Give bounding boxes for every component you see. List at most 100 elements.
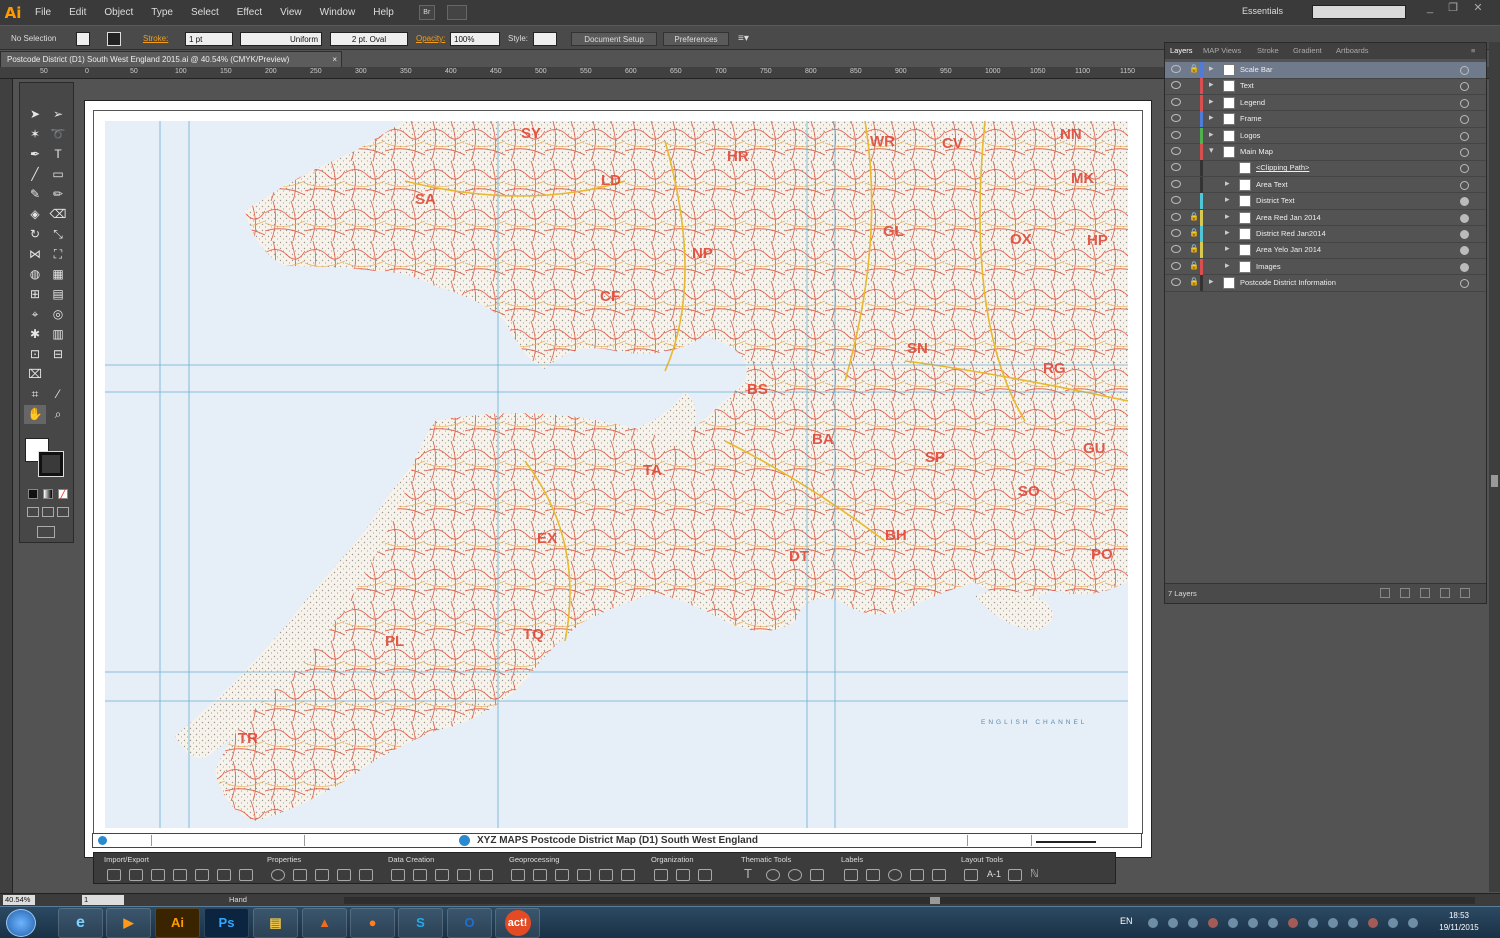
thematic-slash-icon[interactable] bbox=[810, 869, 824, 881]
crop-tool-icon[interactable]: ⌗ bbox=[24, 385, 46, 404]
layer-row[interactable]: ▸ Frame bbox=[1165, 111, 1486, 128]
tray-icon-10[interactable] bbox=[1328, 918, 1338, 928]
visibility-eye-icon[interactable] bbox=[1171, 97, 1181, 106]
act-taskbar-icon[interactable]: act! bbox=[495, 908, 540, 938]
tab-artboards[interactable]: Artboards bbox=[1336, 46, 1369, 55]
horizontal-scrollbar[interactable] bbox=[344, 897, 1475, 904]
eraser-tool-icon[interactable]: ⌫ bbox=[47, 205, 69, 224]
draw-behind-icon[interactable] bbox=[42, 507, 54, 517]
expand-arrow-icon[interactable]: ▸ bbox=[1209, 112, 1214, 123]
draw-inside-icon[interactable] bbox=[57, 507, 69, 517]
restore-icon[interactable]: ❐ bbox=[1443, 2, 1463, 15]
unlock-icon[interactable] bbox=[1189, 146, 1197, 156]
stroke-swatch[interactable] bbox=[107, 32, 121, 46]
network-icon[interactable] bbox=[1408, 918, 1418, 928]
clock[interactable]: 18:53 19/11/2015 bbox=[1432, 910, 1486, 934]
expand-arrow-icon[interactable]: ▸ bbox=[1209, 96, 1214, 107]
visibility-eye-icon[interactable] bbox=[1171, 163, 1181, 172]
unlock-icon[interactable] bbox=[1189, 97, 1197, 107]
locate-object-icon[interactable] bbox=[1380, 588, 1390, 598]
graph-tool-icon[interactable]: ▥ bbox=[47, 325, 69, 344]
attribute-editor-icon[interactable] bbox=[315, 869, 329, 881]
stroke-label[interactable]: Stroke: bbox=[143, 32, 168, 46]
thematic-shape-icon[interactable] bbox=[766, 869, 780, 881]
expand-arrow-icon[interactable]: ▸ bbox=[1225, 194, 1230, 205]
create-points-icon[interactable] bbox=[391, 869, 405, 881]
pin-icon[interactable] bbox=[435, 869, 449, 881]
unlock-icon[interactable] bbox=[1189, 130, 1197, 140]
layer-row[interactable]: 🔒 ▸ Images bbox=[1165, 258, 1486, 276]
menu-effect[interactable]: Effect bbox=[228, 0, 271, 25]
label-icon[interactable] bbox=[844, 869, 858, 881]
arrange-documents-icon[interactable] bbox=[446, 5, 467, 20]
brush-select[interactable]: 2 pt. Oval bbox=[330, 32, 408, 46]
panel-menu-icon[interactable]: ≡▾ bbox=[738, 32, 749, 46]
rectangle-tool-icon[interactable]: ▭ bbox=[47, 165, 69, 184]
expand-arrow-icon[interactable]: ▸ bbox=[1209, 63, 1214, 74]
label-tag-icon[interactable] bbox=[866, 869, 880, 881]
eyedropper-tool-icon[interactable]: ⌖ bbox=[24, 305, 46, 324]
dissolve-icon[interactable] bbox=[577, 869, 591, 881]
lock-icon[interactable]: 🔒 bbox=[1189, 244, 1199, 254]
export-layer-icon[interactable] bbox=[173, 869, 187, 881]
visibility-eye-icon[interactable] bbox=[1171, 278, 1181, 287]
visibility-eye-icon[interactable] bbox=[1171, 212, 1181, 221]
thematic-text-icon[interactable]: T bbox=[744, 867, 758, 881]
grid-creation-icon[interactable] bbox=[479, 869, 493, 881]
free-transform-tool-icon[interactable]: ⛶ bbox=[47, 245, 69, 264]
layer-row[interactable]: ▸ Legend bbox=[1165, 94, 1486, 112]
layer-row[interactable]: 🔒 ▸ Postcode District Information bbox=[1165, 275, 1486, 292]
layer-target-icon[interactable] bbox=[1460, 164, 1469, 174]
visibility-eye-icon[interactable] bbox=[1171, 65, 1181, 73]
vlc-icon[interactable]: ▲ bbox=[302, 908, 347, 938]
tray-icon-9[interactable] bbox=[1308, 918, 1318, 928]
tray-icon-5[interactable] bbox=[1228, 918, 1238, 928]
right-scrollbar[interactable] bbox=[1489, 42, 1500, 892]
unlock-icon[interactable] bbox=[1189, 162, 1197, 172]
thematic-symbol-icon[interactable] bbox=[788, 869, 802, 881]
layer-target-icon[interactable] bbox=[1460, 131, 1469, 141]
lock-icon[interactable]: 🔒 bbox=[1189, 228, 1199, 238]
expand-arrow-icon[interactable]: ▸ bbox=[1209, 79, 1214, 90]
layer-target-icon[interactable] bbox=[1460, 262, 1469, 272]
create-table-icon[interactable] bbox=[457, 869, 471, 881]
fill-swatch[interactable] bbox=[76, 32, 90, 46]
query-icon[interactable] bbox=[337, 869, 351, 881]
visibility-eye-icon[interactable] bbox=[1171, 245, 1181, 254]
clipping-mask-icon[interactable] bbox=[1400, 588, 1410, 598]
hand-tool-icon[interactable]: ✋ bbox=[24, 405, 46, 424]
tray-icon-3[interactable] bbox=[1188, 918, 1198, 928]
menu-file[interactable]: File bbox=[26, 0, 60, 25]
selection-tool-icon[interactable]: ➤ bbox=[24, 105, 46, 124]
export-icon[interactable] bbox=[129, 869, 143, 881]
layout-scale-icon[interactable] bbox=[1008, 869, 1022, 881]
layer-row[interactable]: 🔒 ▸ Area Red Jan 2014 bbox=[1165, 209, 1486, 227]
postcode-map[interactable]: SY HR WR CV NN LD MK SA GL NP OX HP CF S… bbox=[105, 121, 1128, 828]
expand-arrow-icon[interactable]: ▸ bbox=[1225, 178, 1230, 189]
close-tab-icon[interactable]: × bbox=[332, 52, 337, 67]
document-tab[interactable]: Postcode District (D1) South West Englan… bbox=[0, 51, 342, 67]
tray-icon-6[interactable] bbox=[1248, 918, 1258, 928]
line-tool-icon[interactable]: ╱ bbox=[24, 165, 46, 184]
layer-row[interactable]: <Clipping Path> bbox=[1165, 160, 1486, 177]
collapse-arrow-icon[interactable]: ▾ bbox=[1209, 145, 1214, 156]
menu-type[interactable]: Type bbox=[142, 0, 182, 25]
geoprocess-settings-icon[interactable] bbox=[621, 869, 635, 881]
horizontal-scroll-thumb[interactable] bbox=[930, 897, 940, 904]
zoom-field[interactable]: 40.54% bbox=[3, 895, 35, 905]
workspace-switcher[interactable]: Essentials bbox=[1242, 6, 1283, 16]
tray-icon-4[interactable] bbox=[1208, 918, 1218, 928]
unlock-icon[interactable] bbox=[1189, 80, 1197, 90]
label-font-icon[interactable] bbox=[910, 869, 924, 881]
menu-edit[interactable]: Edit bbox=[60, 0, 95, 25]
file-explorer-icon[interactable]: ▤ bbox=[253, 908, 298, 938]
slice-tool-icon[interactable]: ⊟ bbox=[47, 345, 69, 364]
pen-tool-icon[interactable]: ✒ bbox=[24, 145, 46, 164]
layer-target-icon[interactable] bbox=[1460, 180, 1469, 190]
artboard-number-field[interactable]: 1 bbox=[82, 895, 124, 905]
tray-icon-2[interactable] bbox=[1168, 918, 1178, 928]
rotate-tool-icon[interactable]: ↻ bbox=[24, 225, 46, 244]
media-player-icon[interactable]: ▶ bbox=[106, 908, 151, 938]
layer-row[interactable]: ▸ District Text bbox=[1165, 193, 1486, 210]
create-lines-icon[interactable] bbox=[413, 869, 427, 881]
